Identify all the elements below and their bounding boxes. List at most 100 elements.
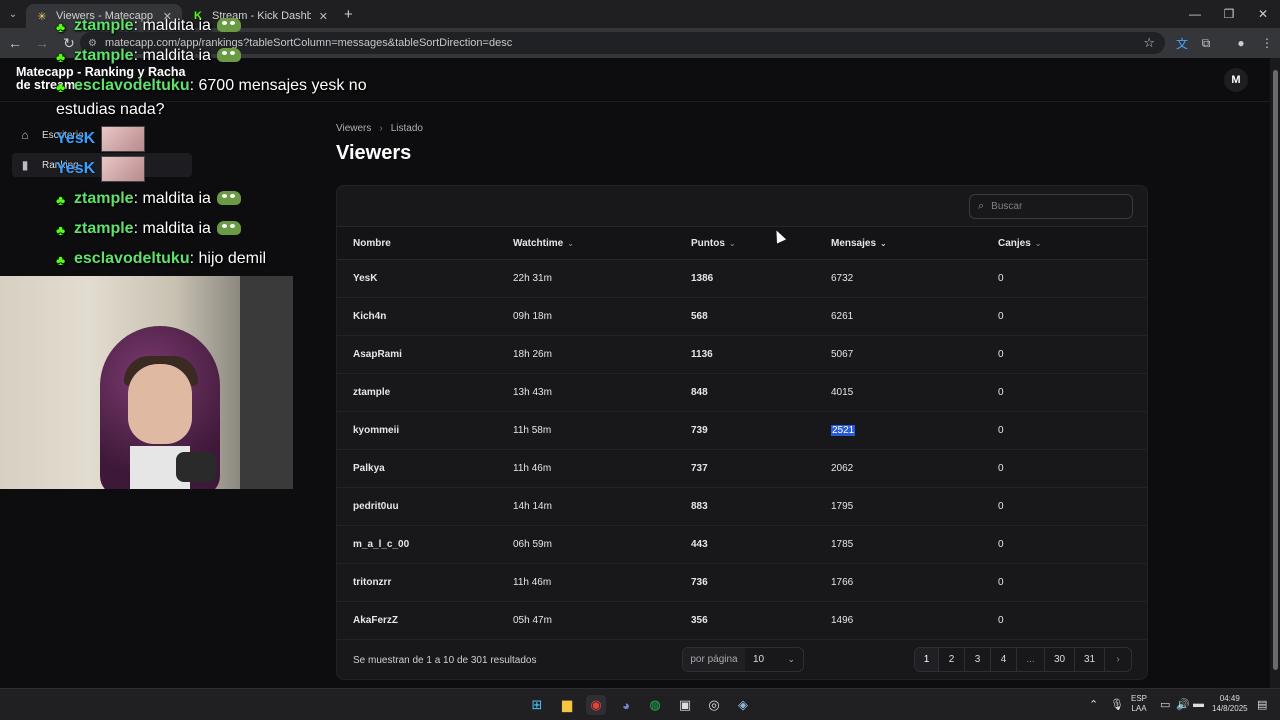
table-row[interactable]: pedrit0uu 14h 14m 883 1795 0 (337, 488, 1147, 526)
extensions-puzzle-icon[interactable]: ⧉ (1195, 32, 1217, 54)
user-avatar[interactable]: M (1224, 68, 1248, 92)
per-page-label: por página (683, 648, 745, 671)
page-button-30[interactable]: 30 (1045, 648, 1075, 671)
cell-canjes: 0 (998, 425, 1004, 436)
cell-puntos: 1136 (691, 349, 713, 360)
cell-canjes: 0 (998, 273, 1004, 284)
cell-nombre: YesK (353, 273, 378, 284)
chat-message: ♣ ztample: maldita ia (56, 47, 241, 65)
page-button-4[interactable]: 4 (991, 648, 1017, 671)
column-header-mensajes[interactable]: Mensajes ⌄ (831, 238, 887, 249)
table-row[interactable]: Kich4n 09h 18m 568 6261 0 (337, 298, 1147, 336)
per-page-select[interactable]: por página 10 ⌄ (682, 647, 804, 672)
cell-canjes: 0 (998, 463, 1004, 474)
chrome-icon[interactable]: ◉ (586, 695, 606, 715)
scrollbar-thumb[interactable] (1273, 70, 1278, 670)
search-field[interactable]: ⌕ (969, 194, 1133, 219)
close-tab-icon[interactable]: ✕ (319, 10, 328, 23)
cell-mensajes: 2521 (831, 425, 856, 436)
column-header-puntos[interactable]: Puntos ⌄ (691, 238, 736, 249)
cell-mensajes: 1785 (831, 539, 854, 550)
cell-puntos: 737 (691, 463, 708, 474)
translate-extension-icon[interactable]: 文 (1171, 32, 1193, 54)
pepe-emote-icon (216, 191, 241, 205)
cell-mensajes: 1766 (831, 577, 854, 588)
column-header-canjes[interactable]: Canjes ⌄ (998, 238, 1042, 249)
spotify-icon[interactable]: ◍ (645, 695, 665, 715)
image-emote-icon (101, 156, 146, 182)
minimize-icon[interactable]: — (1178, 0, 1212, 28)
microphone-icon[interactable]: 🎙 (1110, 698, 1124, 711)
file-explorer-icon[interactable]: ▆ (557, 695, 577, 715)
new-tab-icon[interactable]: + (344, 6, 353, 23)
table-row[interactable]: kyommeii 11h 58m 739 2521 0 (337, 412, 1147, 450)
cell-mensajes: 1795 (831, 501, 854, 512)
page-button-2[interactable]: 2 (939, 648, 965, 671)
per-page-value[interactable]: 10 ⌄ (745, 648, 803, 671)
image-emote-icon (101, 126, 146, 152)
column-header-watchtime[interactable]: Watchtime ⌄ (513, 238, 574, 249)
epic-games-icon[interactable]: ▣ (675, 695, 695, 715)
tray-overflow-icon[interactable]: ⌃ (1089, 698, 1098, 711)
steam-icon[interactable]: ◈ (733, 695, 753, 715)
page-button-31[interactable]: 31 (1075, 648, 1105, 671)
restore-icon[interactable]: ❐ (1212, 0, 1246, 28)
cell-canjes: 0 (998, 615, 1004, 626)
window-controls: — ❐ ✕ (1178, 0, 1280, 28)
chevron-down-icon: ⌄ (787, 654, 795, 664)
cell-canjes: 0 (998, 311, 1004, 322)
cell-mensajes: 4015 (831, 387, 854, 398)
cell-nombre: AkaFerzZ (353, 615, 399, 626)
cell-nombre: ztample (353, 387, 391, 398)
obs-icon[interactable]: ◎ (704, 695, 724, 715)
close-window-icon[interactable]: ✕ (1246, 0, 1280, 28)
cell-watchtime: 18h 26m (513, 349, 552, 360)
chat-message: ♣ esclavodeltuku: 6700 mensajes yesk no (56, 77, 367, 95)
cell-canjes: 0 (998, 501, 1004, 512)
back-icon[interactable]: ← (3, 31, 27, 55)
clock[interactable]: 04:49 14/8/2025 (1212, 694, 1248, 714)
forward-icon[interactable]: → (30, 31, 54, 55)
cell-nombre: AsapRami (353, 349, 402, 360)
table-row[interactable]: AkaFerzZ 05h 47m 356 1496 0 (337, 602, 1147, 640)
table-row[interactable]: m_a_l_c_00 06h 59m 443 1785 0 (337, 526, 1147, 564)
cell-watchtime: 06h 59m (513, 539, 552, 550)
discord-icon[interactable]: ◕ (616, 695, 636, 715)
cell-puntos: 568 (691, 311, 708, 322)
notifications-icon[interactable]: ▤ (1257, 698, 1267, 711)
cell-nombre: m_a_l_c_00 (353, 539, 410, 550)
volume-icon[interactable]: 🔊 (1176, 698, 1190, 711)
network-icon[interactable]: ▭ (1160, 698, 1170, 711)
windows-start-icon[interactable]: ⊞ (527, 695, 547, 715)
search-input[interactable] (991, 201, 1112, 212)
url-field[interactable]: ⚙ matecapp.com/app/rankings?tableSortCol… (80, 32, 1165, 54)
page-button-3[interactable]: 3 (965, 648, 991, 671)
table-row[interactable]: ztample 13h 43m 848 4015 0 (337, 374, 1147, 412)
cell-canjes: 0 (998, 539, 1004, 550)
webcam-overlay (0, 276, 293, 489)
chat-message: ♣ ztample: maldita ia (56, 190, 241, 208)
language-indicator[interactable]: ESP LAA (1131, 694, 1147, 714)
battery-icon[interactable]: ▬ (1193, 698, 1204, 710)
breadcrumb-viewers[interactable]: Viewers (336, 123, 371, 134)
page-button-1[interactable]: 1 (915, 648, 939, 671)
chat-message: ♣ ztample: maldita ia (56, 220, 241, 238)
chat-message: ♣ ztample: maldita ia (56, 17, 241, 35)
bookmark-star-icon[interactable]: ☆ (1143, 35, 1155, 51)
table-header: Nombre Watchtime ⌄ Puntos ⌄ Mensajes ⌄ Canj… (337, 226, 1147, 260)
table-row[interactable]: AsapRami 18h 26m 1136 5067 0 (337, 336, 1147, 374)
table-row[interactable]: Palkya 11h 46m 737 2062 0 (337, 450, 1147, 488)
page-scrollbar[interactable] (1270, 58, 1280, 688)
table-row[interactable]: tritonzrr 11h 46m 736 1766 0 (337, 564, 1147, 602)
chat-message-continuation: estudias nada? (56, 101, 165, 118)
next-page-icon[interactable]: › (1105, 648, 1131, 671)
table-row[interactable]: YesK 22h 31m 1386 6732 0 (337, 260, 1147, 298)
cell-watchtime: 14h 14m (513, 501, 552, 512)
profile-avatar-icon[interactable]: ● (1230, 32, 1252, 54)
viewers-table-card: ⌕ Nombre Watchtime⌄ Puntos⌄ Mensajes⌄ Ca… (336, 185, 1148, 680)
cell-nombre: tritonzrr (353, 577, 392, 588)
chat-message: YesK (56, 126, 146, 152)
menu-kebab-icon[interactable]: ⋮ (1256, 32, 1278, 54)
tab-search-icon[interactable]: ⌄ (0, 0, 26, 28)
cell-puntos: 356 (691, 615, 708, 626)
